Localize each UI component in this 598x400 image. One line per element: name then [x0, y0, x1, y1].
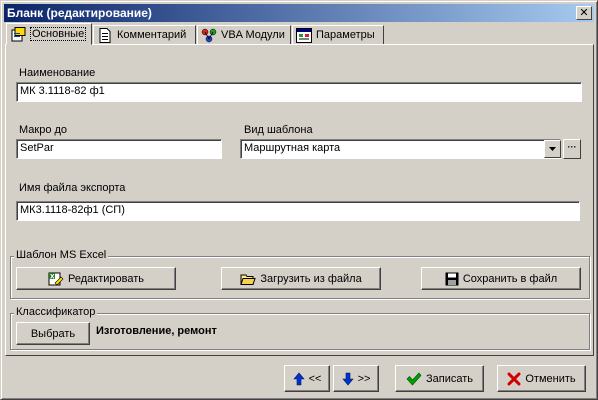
- tab-comment-label: Комментарий: [117, 29, 187, 41]
- save-to-file-label: Сохранить в файл: [462, 272, 558, 285]
- title-bar[interactable]: Бланк (редактирование) ✕: [4, 4, 594, 22]
- svg-text:X: X: [50, 273, 55, 280]
- ellipsis-icon: ···: [567, 142, 577, 152]
- arrow-up-icon: [292, 372, 305, 386]
- dialog-window: Бланк (редактирование) ✕ Основные Коммен: [0, 0, 598, 400]
- previous-label: <<: [308, 372, 322, 385]
- window-title: Бланк (редактирование): [7, 6, 152, 20]
- template-dropdown-button[interactable]: [544, 140, 561, 158]
- modules-icon: [201, 28, 217, 43]
- tab-vba-modules-label: VBA Модули: [221, 29, 285, 41]
- cancel-button[interactable]: Отменить: [497, 365, 586, 392]
- export-filename-field[interactable]: МК3.1118-82ф1 (СП): [16, 201, 580, 221]
- save-record-button[interactable]: Записать: [395, 365, 484, 392]
- parameters-icon: [296, 27, 312, 43]
- close-icon: ✕: [579, 7, 589, 19]
- cancel-x-icon: [507, 372, 521, 386]
- load-from-file-button[interactable]: Загрузить из файла: [221, 267, 381, 290]
- tab-vba-modules[interactable]: VBA Модули: [197, 25, 291, 44]
- edit-template-button[interactable]: X Редактировать: [16, 267, 176, 290]
- chevron-down-icon: [545, 141, 560, 157]
- next-button[interactable]: >>: [333, 365, 379, 392]
- tab-parameters-label: Параметры: [316, 29, 375, 41]
- edit-template-label: Редактировать: [68, 272, 144, 285]
- macro-label: Макро до: [19, 124, 68, 136]
- tab-main[interactable]: Основные: [6, 23, 92, 45]
- cancel-label: Отменить: [525, 372, 576, 385]
- name-label: Наименование: [19, 67, 96, 79]
- folder-open-icon: [240, 272, 257, 286]
- tab-comment[interactable]: Комментарий: [93, 25, 196, 44]
- load-from-file-label: Загрузить из файла: [260, 272, 362, 285]
- previous-button[interactable]: <<: [284, 365, 330, 392]
- save-record-label: Записать: [425, 372, 473, 385]
- floppy-disk-icon: [445, 272, 459, 286]
- excel-edit-icon: X: [48, 271, 64, 287]
- form-icon: [10, 26, 26, 42]
- tab-parameters[interactable]: Параметры: [292, 25, 384, 44]
- classifier-group-title: Классификатор: [14, 306, 98, 318]
- template-type-select[interactable]: Маршрутная карта: [240, 139, 561, 159]
- select-classifier-label: Выбрать: [30, 327, 76, 340]
- excel-template-group-title: Шаблон MS Excel: [14, 249, 109, 261]
- select-classifier-button[interactable]: Выбрать: [16, 322, 90, 345]
- template-browse-button[interactable]: ···: [563, 139, 581, 159]
- name-field[interactable]: МК 3.1118-82 ф1: [16, 82, 582, 102]
- checkmark-icon: [406, 372, 422, 386]
- tab-main-label: Основные: [30, 27, 87, 41]
- arrow-down-icon: [341, 372, 354, 386]
- classifier-value: Изготовление, ремонт: [96, 325, 217, 337]
- macro-field[interactable]: SetPar: [16, 139, 222, 159]
- template-type-label: Вид шаблона: [244, 124, 313, 136]
- export-filename-label: Имя файла экспорта: [19, 182, 126, 194]
- document-icon: [97, 27, 113, 43]
- close-button[interactable]: ✕: [576, 6, 592, 20]
- save-to-file-button[interactable]: Сохранить в файл: [421, 267, 581, 290]
- next-label: >>: [357, 372, 371, 385]
